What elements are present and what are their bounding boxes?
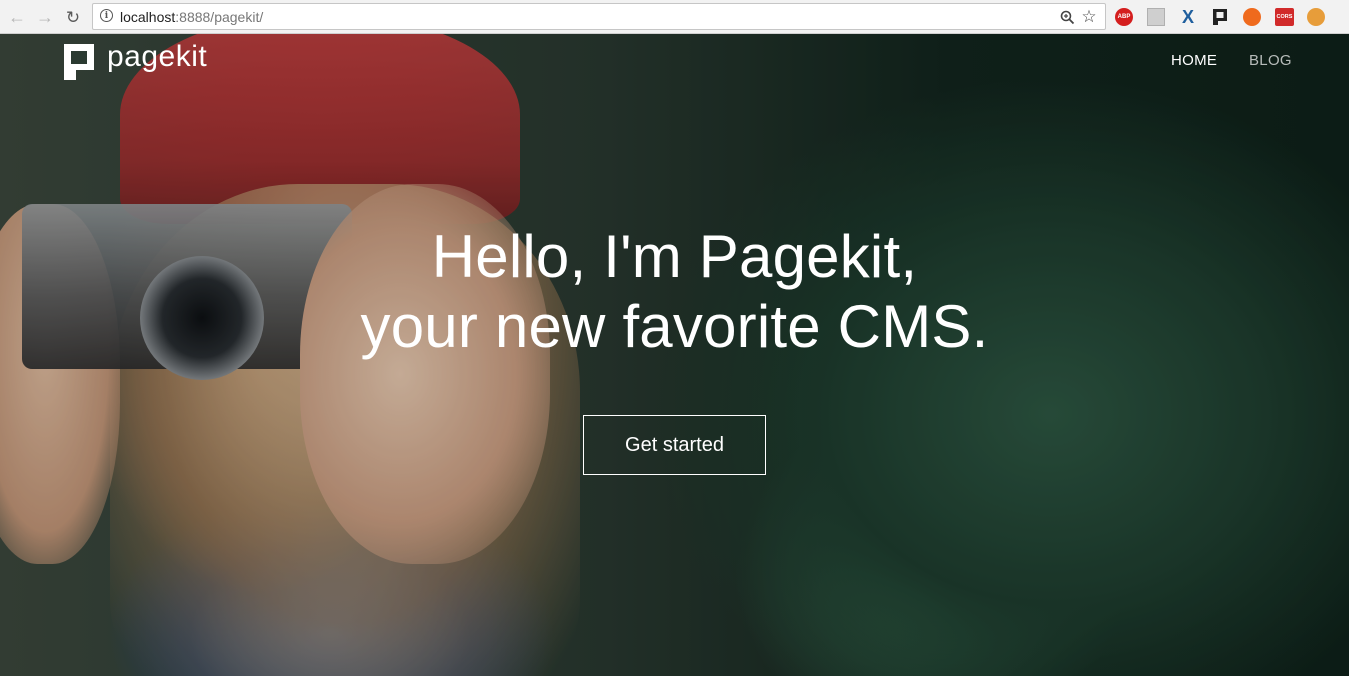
reload-icon[interactable]: ↻ xyxy=(62,6,84,28)
cors-label: CORS xyxy=(1276,14,1293,20)
url-host: localhost xyxy=(120,9,176,25)
cors-extension-icon[interactable]: CORS xyxy=(1275,8,1294,26)
nav-blog-link[interactable]: BLOG xyxy=(1249,52,1292,69)
adblock-plus-icon[interactable]: ABP xyxy=(1115,8,1133,26)
zoom-icon[interactable] xyxy=(1057,7,1077,27)
adblock-plus-label: ABP xyxy=(1117,14,1131,20)
info-icon[interactable]: i xyxy=(100,9,113,22)
hero-heading-line-2: your new favorite CMS. xyxy=(360,293,989,360)
x-extension-icon[interactable]: X xyxy=(1179,7,1197,27)
page-extension-icon[interactable] xyxy=(1147,8,1165,26)
forward-arrow-icon[interactable]: → xyxy=(34,6,56,28)
pagekit-extension-icon[interactable] xyxy=(1211,8,1229,26)
back-arrow-icon[interactable]: ← xyxy=(6,6,28,28)
hero-heading-line-1: Hello, I'm Pagekit, xyxy=(431,223,918,290)
logo-text[interactable]: pagekit xyxy=(107,40,207,74)
orange-extension-icon[interactable] xyxy=(1243,8,1261,26)
address-bar[interactable]: i localhost:8888/pagekit/ ☆ xyxy=(92,3,1106,30)
cookie-extension-icon[interactable] xyxy=(1307,8,1325,26)
nav-home-link[interactable]: HOME xyxy=(1171,52,1217,69)
get-started-button[interactable]: Get started xyxy=(583,415,766,475)
url-path: :8888/pagekit/ xyxy=(175,9,264,25)
pagekit-logo-icon[interactable] xyxy=(64,44,94,80)
url-text[interactable]: localhost:8888/pagekit/ xyxy=(120,9,263,25)
star-icon[interactable]: ☆ xyxy=(1079,7,1099,27)
browser-toolbar: ← → ↻ i localhost:8888/pagekit/ ☆ ABP X … xyxy=(0,0,1349,34)
hero-section: pagekit HOME BLOG Hello, I'm Pagekit, yo… xyxy=(0,34,1349,676)
